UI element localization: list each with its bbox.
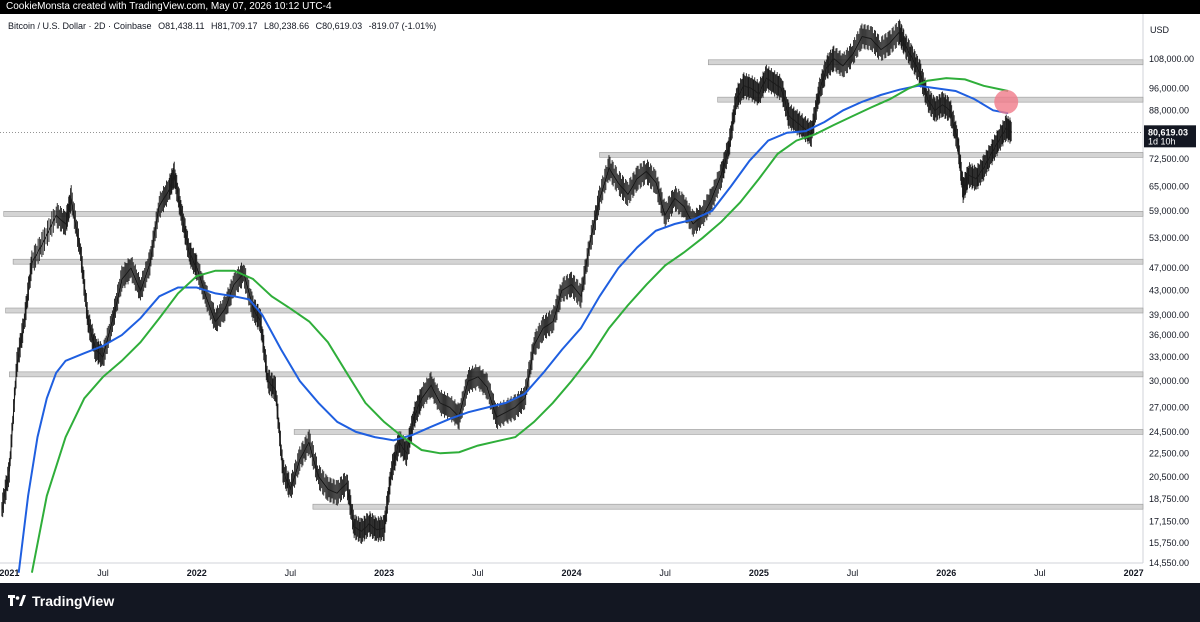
y-tick-label: 96,000.00 [1149,83,1189,93]
y-tick-label: 65,000.00 [1149,181,1189,191]
y-tick-label: 108,000.00 [1149,54,1194,64]
x-tick-label: Jul [847,568,859,578]
y-tick-label: 33,000.00 [1149,352,1189,362]
y-tick-label: 59,000.00 [1149,206,1189,216]
y-tick-label: 14,550.00 [1149,558,1189,568]
y-tick-label: 53,000.00 [1149,233,1189,243]
y-tick-label: 22,500.00 [1149,448,1189,458]
y-tick-label: 17,150.00 [1149,517,1189,527]
x-tick-label: 2024 [561,568,581,578]
countdown-label: 1d 10h [1148,136,1176,146]
tradingview-logo[interactable]: TradingView [8,593,114,609]
y-tick-label: 72,500.00 [1149,154,1189,164]
x-tick-label: 2025 [749,568,769,578]
y-tick-label: 88,000.00 [1149,105,1189,115]
y-tick-label: 36,000.00 [1149,330,1189,340]
support-resistance-zone [3,211,1144,217]
y-tick-label: 30,000.00 [1149,376,1189,386]
x-tick-label: Jul [97,568,109,578]
y-tick-label: 24,500.00 [1149,427,1189,437]
x-tick-label: 2023 [374,568,394,578]
x-tick-label: Jul [285,568,297,578]
y-tick-label: 27,000.00 [1149,402,1189,412]
moving-average-fast [17,84,1009,573]
support-resistance-zone [707,59,1144,66]
x-tick-label: Jul [472,568,484,578]
price-chart[interactable]: USD 108,000.00 96,000.00 88,000.00 72,500.00… [0,14,1200,583]
y-tick-label: 43,000.00 [1149,285,1189,295]
x-tick-label: Jul [659,568,671,578]
top-credit-bar: CookieMonsta created with TradingView.co… [0,0,1200,14]
y-tick-label: 39,000.00 [1149,310,1189,320]
y-tick-label: 18,750.00 [1149,494,1189,504]
price-line [1,31,1013,533]
support-resistance-zone [599,152,1144,158]
tradingview-logo-text: TradingView [32,593,115,609]
x-tick-label: 2022 [187,568,207,578]
x-tick-label: 2026 [936,568,956,578]
x-tick-label: Jul [1034,568,1046,578]
y-tick-label: 47,000.00 [1149,263,1189,273]
support-resistance-zone [12,258,1144,265]
support-resistance-zone [5,307,1144,314]
footer-bar [0,583,1200,622]
credit-text: CookieMonsta created with TradingView.co… [6,1,332,12]
y-tick-label: 20,500.00 [1149,472,1189,482]
currency-label: USD [1150,25,1170,35]
highlight-circle [994,89,1019,114]
tradingview-logo-icon [8,595,26,606]
y-tick-label: 15,750.00 [1149,538,1189,548]
x-tick-label: 2021 [0,568,19,578]
x-tick-label: 2027 [1124,568,1144,578]
support-resistance-zone [312,503,1144,510]
